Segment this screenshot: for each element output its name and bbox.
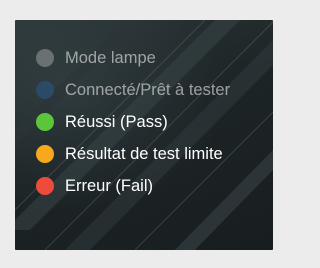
legend-item-lamp-mode: Mode lampe bbox=[36, 47, 266, 69]
legend-label-fail: Erreur (Fail) bbox=[65, 177, 154, 195]
green-dot-icon bbox=[36, 113, 54, 131]
legend-item-fail: Erreur (Fail) bbox=[36, 175, 266, 197]
legend-item-marginal: Résultat de test limite bbox=[36, 143, 266, 165]
status-legend-list: Mode lampe Connecté/Prêt à tester Réussi… bbox=[36, 47, 266, 207]
status-legend-panel: Mode lampe Connecté/Prêt à tester Réussi… bbox=[15, 20, 273, 250]
legend-label-pass: Réussi (Pass) bbox=[65, 113, 168, 131]
gray-dot-icon bbox=[36, 49, 54, 67]
legend-label-marginal: Résultat de test limite bbox=[65, 145, 223, 163]
legend-item-pass: Réussi (Pass) bbox=[36, 111, 266, 133]
red-dot-icon bbox=[36, 177, 54, 195]
blue-dot-icon bbox=[36, 81, 54, 99]
orange-dot-icon bbox=[36, 145, 54, 163]
legend-item-ready: Connecté/Prêt à tester bbox=[36, 79, 266, 101]
image-frame: Mode lampe Connecté/Prêt à tester Réussi… bbox=[0, 0, 288, 268]
legend-label-lamp-mode: Mode lampe bbox=[65, 49, 156, 67]
legend-label-ready: Connecté/Prêt à tester bbox=[65, 81, 231, 99]
